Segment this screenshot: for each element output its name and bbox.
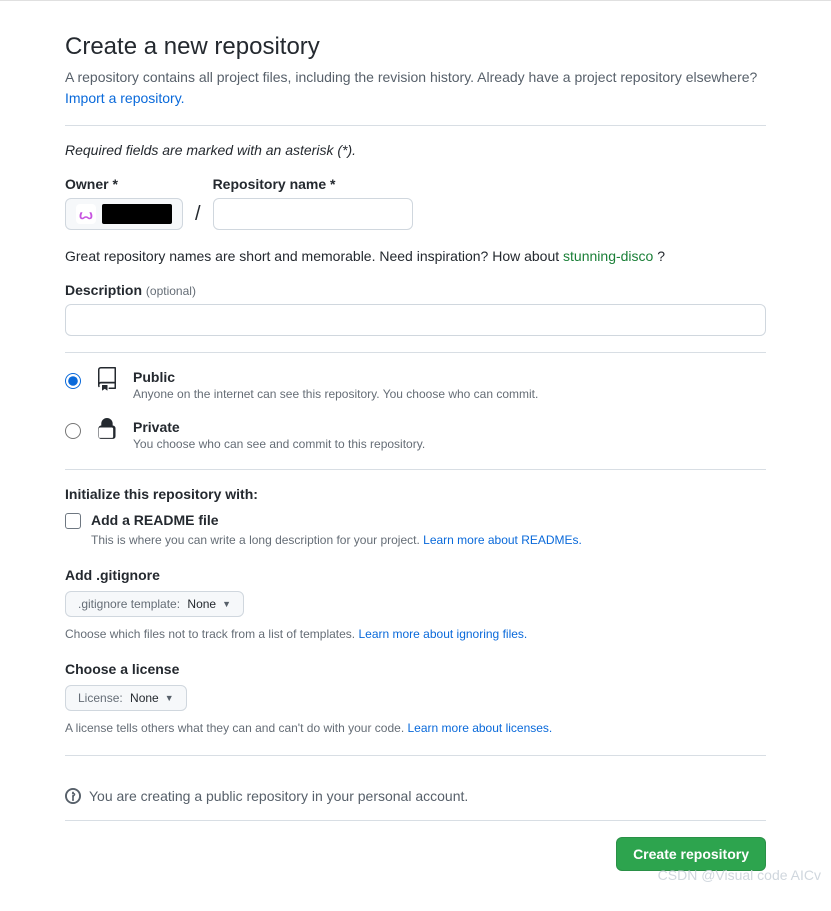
owner-name-redacted: [102, 204, 172, 224]
page-subtitle: A repository contains all project files,…: [65, 67, 766, 109]
license-help: A license tells others what they can and…: [65, 721, 766, 735]
readme-desc: This is where you can write a long descr…: [91, 533, 766, 547]
path-separator: /: [195, 203, 201, 230]
initialize-heading: Initialize this repository with:: [65, 486, 766, 502]
chevron-down-icon: ▼: [165, 693, 174, 703]
import-repo-link[interactable]: Import a repository.: [65, 90, 185, 106]
divider: [65, 352, 766, 353]
gitignore-help: Choose which files not to track from a l…: [65, 627, 766, 641]
required-fields-note: Required fields are marked with an aster…: [65, 142, 766, 158]
repo-name-field: Repository name *: [213, 176, 413, 230]
lock-icon: [95, 417, 119, 444]
public-radio[interactable]: [65, 373, 81, 389]
visibility-private-row: Private You choose who can see and commi…: [65, 419, 766, 451]
license-heading: Choose a license: [65, 661, 766, 677]
readme-checkbox[interactable]: [65, 513, 81, 529]
owner-select-button[interactable]: ꙍ: [65, 198, 183, 230]
form-actions: Create repository: [65, 837, 766, 871]
private-title: Private: [133, 419, 766, 435]
owner-avatar: ꙍ: [76, 204, 96, 224]
readme-label[interactable]: Add a README file: [91, 512, 219, 528]
suggested-name-link[interactable]: stunning-disco: [563, 248, 653, 264]
repo-icon: [95, 367, 119, 394]
gitignore-heading: Add .gitignore: [65, 567, 766, 583]
gitignore-learn-more-link[interactable]: Learn more about ignoring files.: [358, 627, 527, 641]
info-icon: [65, 788, 81, 804]
description-label: Description (optional): [65, 282, 766, 298]
license-learn-more-link[interactable]: Learn more about licenses.: [408, 721, 553, 735]
name-suggestion-hint: Great repository names are short and mem…: [65, 248, 766, 264]
repo-name-label: Repository name *: [213, 176, 413, 192]
page-title: Create a new repository: [65, 33, 766, 61]
private-desc: You choose who can see and commit to thi…: [133, 437, 766, 451]
visibility-public-row: Public Anyone on the internet can see th…: [65, 369, 766, 401]
readme-row: Add a README file: [65, 512, 766, 529]
divider: [65, 125, 766, 126]
license-select-button[interactable]: License: None ▼: [65, 685, 187, 711]
readme-learn-more-link[interactable]: Learn more about READMEs.: [423, 533, 582, 547]
description-input[interactable]: [65, 304, 766, 336]
create-repository-button[interactable]: Create repository: [616, 837, 766, 871]
gitignore-select-button[interactable]: .gitignore template: None ▼: [65, 591, 244, 617]
owner-repo-row: Owner * ꙍ / Repository name *: [65, 176, 766, 230]
info-banner: You are creating a public repository in …: [65, 772, 766, 820]
create-repo-form: Create a new repository A repository con…: [0, 0, 831, 911]
private-radio[interactable]: [65, 423, 81, 439]
repo-name-input[interactable]: [213, 198, 413, 230]
owner-label: Owner *: [65, 176, 183, 192]
public-desc: Anyone on the internet can see this repo…: [133, 387, 766, 401]
owner-field: Owner * ꙍ: [65, 176, 183, 230]
public-title: Public: [133, 369, 766, 385]
info-text: You are creating a public repository in …: [89, 788, 468, 804]
divider: [65, 469, 766, 470]
divider: [65, 755, 766, 756]
chevron-down-icon: ▼: [222, 599, 231, 609]
divider: [65, 820, 766, 821]
